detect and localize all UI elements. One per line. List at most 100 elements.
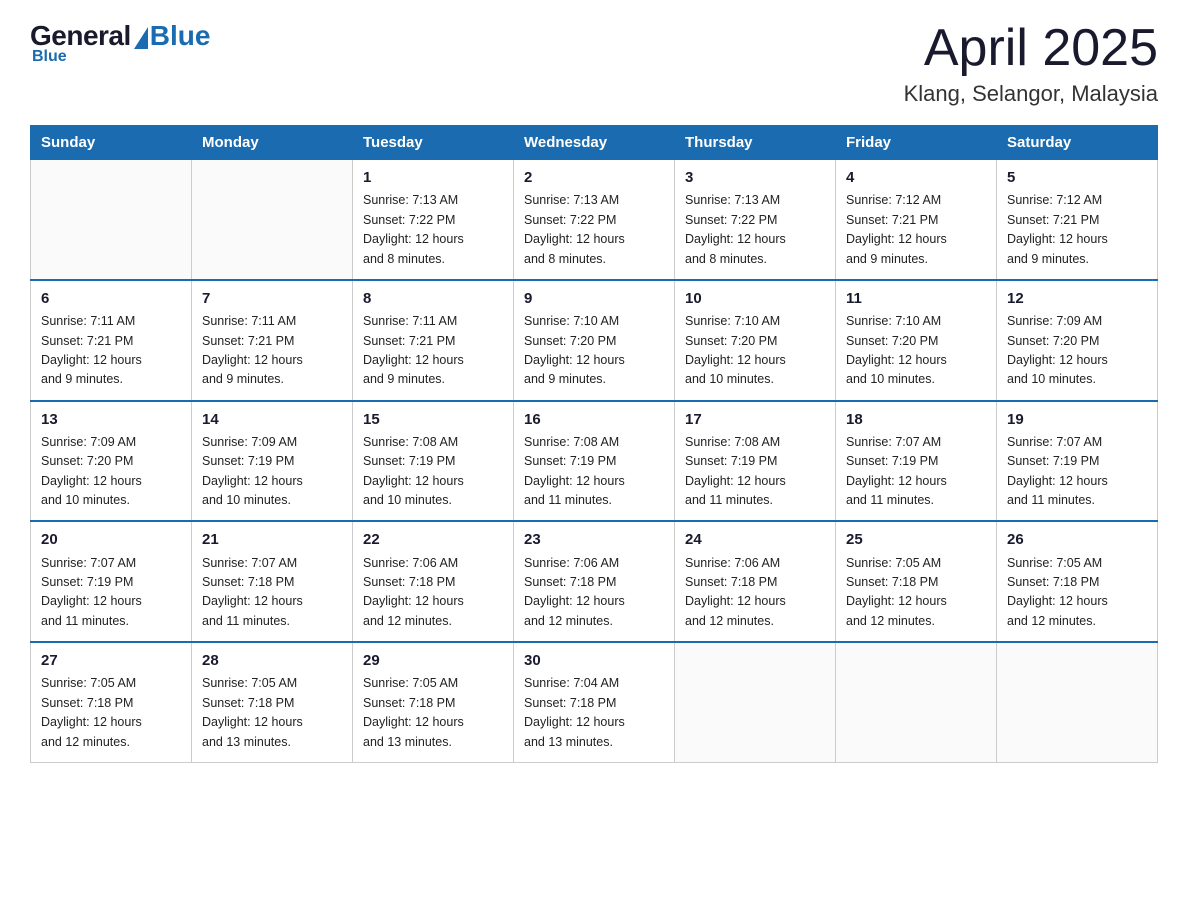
day-info: Sunrise: 7:13 AMSunset: 7:22 PMDaylight:… [685,191,825,269]
day-info: Sunrise: 7:11 AMSunset: 7:21 PMDaylight:… [363,312,503,390]
calendar-cell: 21 Sunrise: 7:07 AMSunset: 7:18 PMDayligh… [192,521,353,642]
day-info: Sunrise: 7:10 AMSunset: 7:20 PMDaylight:… [846,312,986,390]
day-number: 17 [685,408,825,431]
calendar-header-thursday: Thursday [675,126,836,160]
day-info: Sunrise: 7:13 AMSunset: 7:22 PMDaylight:… [363,191,503,269]
calendar-cell: 15Sunrise: 7:08 AMSunset: 7:19 PMDayligh… [353,401,514,522]
logo-bottom-text: Blue [32,48,67,66]
day-info: Sunrise: 7:04 AMSunset: 7:18 PMDaylight:… [524,674,664,752]
calendar-cell [31,160,192,280]
calendar-cell: 24Sunrise: 7:06 AMSunset: 7:18 PMDayligh… [675,521,836,642]
calendar-cell: 5Sunrise: 7:12 AMSunset: 7:21 PMDaylight… [997,160,1158,280]
calendar-cell [836,642,997,762]
calendar-cell: 28Sunrise: 7:05 AMSunset: 7:18 PMDayligh… [192,642,353,762]
calendar-cell: 25 Sunrise: 7:05 AMSunset: 7:18 PMDayligh… [836,521,997,642]
day-number: 6 [41,287,181,310]
calendar-cell: 20Sunrise: 7:07 AMSunset: 7:19 PMDayligh… [31,521,192,642]
day-number: 19 [1007,408,1147,431]
page-header: General Blue Blue April 2025 Klang, Sela… [30,20,1158,107]
day-info: Sunrise: 7:05 AMSunset: 7:18 PMDaylight:… [846,554,986,632]
day-number: 4 [846,166,986,189]
calendar-week-row: 20Sunrise: 7:07 AMSunset: 7:19 PMDayligh… [31,521,1158,642]
day-info: Sunrise: 7:05 AMSunset: 7:18 PMDaylight:… [363,674,503,752]
main-title: April 2025 [904,20,1158,77]
calendar-cell: 10Sunrise: 7:10 AMSunset: 7:20 PMDayligh… [675,280,836,401]
calendar-cell: 18Sunrise: 7:07 AMSunset: 7:19 PMDayligh… [836,401,997,522]
calendar-header-friday: Friday [836,126,997,160]
calendar-cell: 9Sunrise: 7:10 AMSunset: 7:20 PMDaylight… [514,280,675,401]
location-subtitle: Klang, Selangor, Malaysia [904,81,1158,107]
day-info: Sunrise: 7:05 AMSunset: 7:18 PMDaylight:… [1007,554,1147,632]
calendar-header-sunday: Sunday [31,126,192,160]
day-number: 23 [524,528,664,551]
day-info: Sunrise: 7:10 AMSunset: 7:20 PMDaylight:… [524,312,664,390]
day-number: 8 [363,287,503,310]
day-info: Sunrise: 7:05 AMSunset: 7:18 PMDaylight:… [202,674,342,752]
day-number: 24 [685,528,825,551]
day-info: Sunrise: 7:13 AMSunset: 7:22 PMDaylight:… [524,191,664,269]
calendar-header-wednesday: Wednesday [514,126,675,160]
day-info: Sunrise: 7:09 AMSunset: 7:19 PMDaylight:… [202,433,342,511]
calendar-cell: 22Sunrise: 7:06 AMSunset: 7:18 PMDayligh… [353,521,514,642]
day-number: 12 [1007,287,1147,310]
day-number: 16 [524,408,664,431]
calendar-cell: 14Sunrise: 7:09 AMSunset: 7:19 PMDayligh… [192,401,353,522]
day-info: Sunrise: 7:11 AMSunset: 7:21 PMDaylight:… [202,312,342,390]
calendar-cell [675,642,836,762]
day-number: 14 [202,408,342,431]
day-info: Sunrise: 7:07 AMSunset: 7:18 PMDaylight:… [202,554,342,632]
calendar-week-row: 1Sunrise: 7:13 AMSunset: 7:22 PMDaylight… [31,160,1158,280]
day-info: Sunrise: 7:07 AMSunset: 7:19 PMDaylight:… [41,554,181,632]
day-info: Sunrise: 7:08 AMSunset: 7:19 PMDaylight:… [524,433,664,511]
calendar-cell: 13Sunrise: 7:09 AMSunset: 7:20 PMDayligh… [31,401,192,522]
day-number: 26 [1007,528,1147,551]
day-number: 11 [846,287,986,310]
day-number: 7 [202,287,342,310]
calendar-week-row: 6 Sunrise: 7:11 AMSunset: 7:21 PMDaylight… [31,280,1158,401]
calendar-header-monday: Monday [192,126,353,160]
day-number: 5 [1007,166,1147,189]
calendar-cell: 30Sunrise: 7:04 AMSunset: 7:18 PMDayligh… [514,642,675,762]
calendar-table: SundayMondayTuesdayWednesdayThursdayFrid… [30,125,1158,763]
calendar-header-saturday: Saturday [997,126,1158,160]
calendar-cell: 3Sunrise: 7:13 AMSunset: 7:22 PMDaylight… [675,160,836,280]
day-number: 27 [41,649,181,672]
day-number: 28 [202,649,342,672]
day-info: Sunrise: 7:06 AMSunset: 7:18 PMDaylight:… [524,554,664,632]
day-number: 9 [524,287,664,310]
calendar-cell [997,642,1158,762]
calendar-cell: 16Sunrise: 7:08 AMSunset: 7:19 PMDayligh… [514,401,675,522]
day-number: 30 [524,649,664,672]
title-block: April 2025 Klang, Selangor, Malaysia [904,20,1158,107]
calendar-cell: 12Sunrise: 7:09 AMSunset: 7:20 PMDayligh… [997,280,1158,401]
calendar-cell: 17Sunrise: 7:08 AMSunset: 7:19 PMDayligh… [675,401,836,522]
logo-blue-text: Blue [150,20,211,52]
day-number: 13 [41,408,181,431]
day-number: 21 [202,528,342,551]
day-number: 18 [846,408,986,431]
day-number: 3 [685,166,825,189]
day-number: 2 [524,166,664,189]
calendar-cell: 8Sunrise: 7:11 AMSunset: 7:21 PMDaylight… [353,280,514,401]
calendar-cell: 23 Sunrise: 7:06 AMSunset: 7:18 PMDayligh… [514,521,675,642]
day-number: 25 [846,528,986,551]
day-number: 1 [363,166,503,189]
calendar-header-row: SundayMondayTuesdayWednesdayThursdayFrid… [31,126,1158,160]
calendar-cell: 27Sunrise: 7:05 AMSunset: 7:18 PMDayligh… [31,642,192,762]
calendar-cell: 2Sunrise: 7:13 AMSunset: 7:22 PMDaylight… [514,160,675,280]
day-number: 15 [363,408,503,431]
calendar-cell: 6Sunrise: 7:11 AMSunset: 7:21 PMDaylight… [31,280,192,401]
day-info: Sunrise: 7:12 AMSunset: 7:21 PMDaylight:… [1007,191,1147,269]
logo-triangle-icon [134,27,148,49]
day-info: Sunrise: 7:06 AMSunset: 7:18 PMDaylight:… [363,554,503,632]
day-info: Sunrise: 7:07 AMSunset: 7:19 PMDaylight:… [846,433,986,511]
day-info: Sunrise: 7:09 AMSunset: 7:20 PMDaylight:… [1007,312,1147,390]
calendar-cell [192,160,353,280]
day-info: Sunrise: 7:08 AMSunset: 7:19 PMDaylight:… [685,433,825,511]
calendar-cell: 11Sunrise: 7:10 AMSunset: 7:20 PMDayligh… [836,280,997,401]
day-info: Sunrise: 7:12 AMSunset: 7:21 PMDaylight:… [846,191,986,269]
day-info: Sunrise: 7:07 AMSunset: 7:19 PMDaylight:… [1007,433,1147,511]
day-info: Sunrise: 7:10 AMSunset: 7:20 PMDaylight:… [685,312,825,390]
logo: General Blue Blue [30,20,210,66]
day-info: Sunrise: 7:09 AMSunset: 7:20 PMDaylight:… [41,433,181,511]
